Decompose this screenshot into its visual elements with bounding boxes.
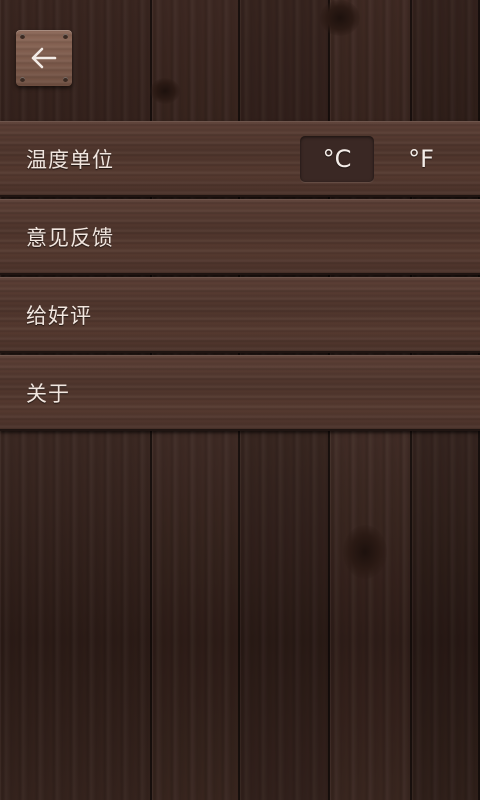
about-label: 关于: [26, 382, 70, 406]
screw-decoration: [63, 77, 68, 82]
screw-decoration: [20, 34, 25, 39]
menu-item-about[interactable]: 关于: [0, 355, 480, 431]
celsius-option[interactable]: °C: [300, 136, 374, 182]
feedback-label: 意见反馈: [26, 226, 114, 250]
screw-decoration: [20, 77, 25, 82]
screw-decoration: [63, 34, 68, 39]
wood-knot: [320, 0, 360, 36]
menu-item-temperature-unit: 温度单位 °C °F: [0, 121, 480, 197]
menu-item-rate[interactable]: 给好评: [0, 277, 480, 353]
wood-knot: [343, 525, 387, 579]
menu-item-feedback[interactable]: 意见反馈: [0, 199, 480, 275]
rate-label: 给好评: [26, 304, 92, 328]
temperature-unit-label: 温度单位: [26, 148, 114, 172]
fahrenheit-option[interactable]: °F: [384, 136, 458, 182]
wood-knot: [150, 78, 180, 104]
temperature-unit-switch: °C °F: [300, 135, 458, 183]
arrow-left-icon: [31, 47, 57, 69]
back-button[interactable]: [16, 30, 72, 86]
settings-menu: 温度单位 °C °F 意见反馈 给好评 关于: [0, 121, 480, 433]
